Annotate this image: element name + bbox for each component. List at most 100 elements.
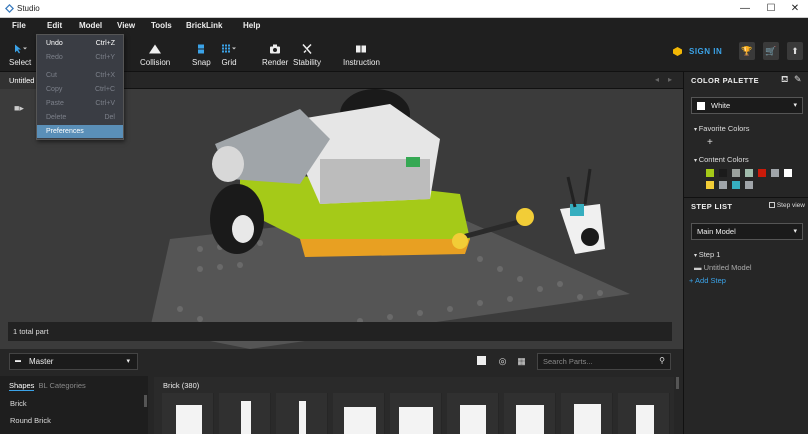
grid-view-button[interactable]: ▦: [516, 356, 527, 367]
cursor-icon: [15, 44, 28, 54]
part-thumbnail[interactable]: [447, 393, 499, 434]
model-tree-item[interactable]: ▬ Untitled Model: [694, 263, 752, 272]
color-swatch[interactable]: [745, 169, 753, 177]
step-1-label: Step 1: [698, 250, 721, 259]
instruction-label: Instruction: [343, 58, 380, 67]
grid-tool[interactable]: Grid: [221, 42, 237, 67]
part-thumbnail[interactable]: [219, 393, 271, 434]
menu-model[interactable]: Model: [79, 21, 102, 30]
category-tabs: Shapes BL Categories: [9, 381, 86, 391]
favorite-colors-section[interactable]: ▾ Favorite Colors: [694, 124, 750, 133]
snap-tool[interactable]: Snap: [192, 42, 211, 67]
checkbox-icon: [769, 202, 775, 209]
edit-menu-item-label: Preferences: [46, 128, 84, 135]
sign-in-link[interactable]: SIGN IN: [689, 47, 722, 56]
color-palette-header: COLOR PALETTE: [691, 76, 759, 85]
instruction-tool[interactable]: Instruction: [343, 42, 380, 67]
tab-prev-icon[interactable]: ◂: [655, 75, 659, 84]
part-thumbnail[interactable]: [276, 393, 328, 434]
menu-help[interactable]: Help: [243, 21, 260, 30]
color-swatch[interactable]: [732, 169, 740, 177]
tab-shapes[interactable]: Shapes: [9, 381, 35, 391]
collision-label: Collision: [140, 58, 171, 67]
edit-menu-item-delete[interactable]: Delete Del: [37, 111, 123, 124]
edit-menu-item-copy[interactable]: Copy Ctrl+C: [37, 83, 123, 96]
edit-menu-shortcut: Ctrl+C: [94, 86, 115, 93]
select-tool[interactable]: Select: [9, 42, 31, 67]
trophy-icon: 🏆: [741, 46, 753, 56]
menu-bricklink[interactable]: BrickLink: [186, 21, 222, 30]
menu-tools[interactable]: Tools: [151, 21, 172, 30]
edit-menu-shortcut: Ctrl+Y: [95, 54, 115, 61]
edit-menu-item-preferences[interactable]: Preferences: [37, 125, 123, 138]
color-swatch[interactable]: [758, 169, 766, 177]
category-brick[interactable]: Brick: [10, 399, 27, 408]
edit-menu-item-label: Undo: [46, 40, 63, 47]
color-swatch[interactable]: [732, 181, 740, 189]
menu-edit[interactable]: Edit: [47, 21, 62, 30]
upload-button[interactable]: ⬆: [787, 42, 803, 60]
color-swatch[interactable]: [771, 169, 779, 177]
edit-menu-item-undo[interactable]: Undo Ctrl+Z: [37, 37, 123, 50]
parts-scrollbar[interactable]: [676, 377, 679, 389]
edit-menu-item-redo[interactable]: Redo Ctrl+Y: [37, 51, 123, 64]
menu-bar: File Edit Model View Tools BrickLink Hel…: [0, 18, 808, 34]
cart-button[interactable]: 🛒: [763, 42, 779, 60]
step-list-header: STEP LIST: [691, 202, 733, 211]
color-swatch[interactable]: [745, 181, 753, 189]
menu-view[interactable]: View: [117, 21, 135, 30]
trophy-button[interactable]: 🏆: [739, 42, 755, 60]
color-swatch[interactable]: [784, 169, 792, 177]
step-view-toggle[interactable]: Step view: [769, 202, 805, 209]
part-thumbnail[interactable]: [504, 393, 556, 434]
content-colors-section[interactable]: ▾ Content Colors: [694, 155, 749, 164]
part-thumbnail[interactable]: [390, 393, 442, 434]
part-group-header: Brick (380): [163, 381, 200, 390]
palette-button[interactable]: ◎: [497, 356, 508, 367]
part-thumbnail[interactable]: [162, 393, 214, 434]
stability-tool[interactable]: Stability: [293, 42, 321, 67]
part-search-input[interactable]: Search Parts... ⚲: [537, 353, 671, 370]
tab-bl-categories[interactable]: BL Categories: [39, 381, 86, 390]
eyedropper-icon[interactable]: ✎: [794, 74, 802, 85]
brick-view-button[interactable]: [476, 356, 487, 367]
part-thumbnail[interactable]: [618, 393, 670, 434]
chevron-down-icon: ▾: [793, 228, 797, 235]
color-swatch[interactable]: [706, 169, 714, 177]
edit-menu-shortcut: Ctrl+Z: [95, 40, 115, 47]
category-scrollbar[interactable]: [144, 395, 147, 407]
edit-menu-shortcut: Ctrl+V: [95, 100, 115, 107]
camera-view-icon[interactable]: ■▸: [14, 103, 24, 114]
add-step-button[interactable]: + Add Step: [689, 276, 726, 285]
step-1-item[interactable]: ▾ Step 1: [694, 250, 720, 259]
part-thumbnail[interactable]: [561, 393, 613, 434]
close-button[interactable]: ✕: [781, 0, 808, 18]
grid-view-icon: ▦: [517, 356, 526, 366]
model-dropdown[interactable]: Main Model ▾: [691, 223, 803, 240]
coin-icon: [673, 47, 682, 56]
paint-bucket-icon[interactable]: ⛾: [781, 74, 788, 86]
collision-tool[interactable]: Collision: [140, 42, 170, 67]
part-set-dropdown[interactable]: ▬ Master ▾: [9, 353, 138, 370]
camera-icon: [270, 44, 281, 54]
tab-next-icon[interactable]: ▸: [668, 75, 672, 84]
add-favorite-button[interactable]: +: [707, 137, 713, 148]
edit-menu-item-label: Redo: [46, 54, 63, 61]
color-dropdown[interactable]: White ▾: [691, 97, 803, 114]
tab-untitled[interactable]: Untitled: [0, 72, 40, 89]
stability-label: Stability: [293, 58, 322, 67]
color-swatch[interactable]: [719, 169, 727, 177]
category-round-brick[interactable]: Round Brick: [10, 416, 51, 425]
snap-icon: [198, 44, 205, 54]
step-view-label: Step view: [776, 202, 805, 209]
edit-menu-shortcut: Del: [104, 114, 115, 121]
color-swatch[interactable]: [706, 181, 714, 189]
minimize-button[interactable]: —: [731, 0, 759, 18]
edit-menu-item-paste[interactable]: Paste Ctrl+V: [37, 97, 123, 110]
window-title: Studio: [17, 4, 40, 13]
menu-file[interactable]: File: [12, 21, 26, 30]
color-swatch[interactable]: [719, 181, 727, 189]
render-tool[interactable]: Render: [262, 42, 288, 67]
part-thumbnail[interactable]: [333, 393, 385, 434]
edit-menu-item-cut[interactable]: Cut Ctrl+X: [37, 69, 123, 82]
